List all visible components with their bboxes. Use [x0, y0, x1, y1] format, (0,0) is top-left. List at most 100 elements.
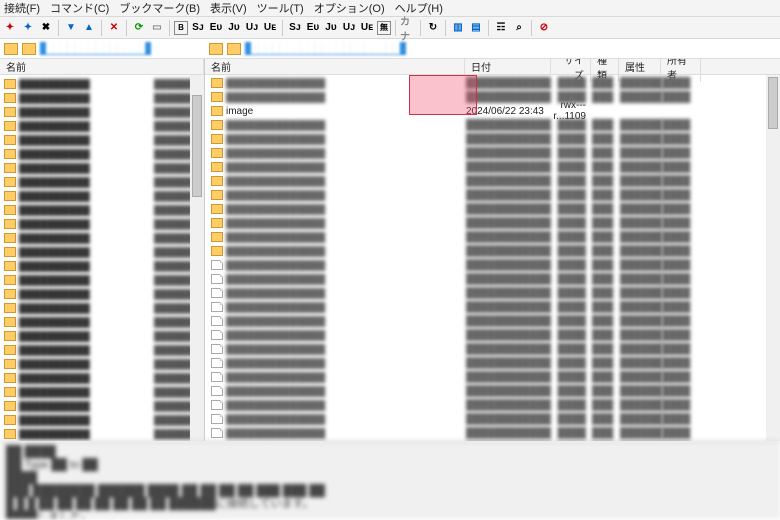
- list-item[interactable]: ████████████████: [0, 273, 204, 287]
- list-item[interactable]: ████████████████: [0, 329, 204, 343]
- list-item[interactable]: ████████████████: [0, 245, 204, 259]
- list-item[interactable]: ████████████████: [0, 203, 204, 217]
- folder-icon: [4, 275, 16, 285]
- col-date[interactable]: 日付: [465, 59, 551, 74]
- list-item[interactable]: ████████████████: [0, 343, 204, 357]
- toolbar-list1-button[interactable]: ▥: [450, 20, 466, 36]
- list-item[interactable]: ████████████████████████████████████████…: [205, 118, 780, 132]
- list-item[interactable]: ████████████████: [0, 161, 204, 175]
- list-item[interactable]: ████████████████████████████████████████…: [205, 412, 780, 426]
- log-panel[interactable]: ██ ████ ██ Type ██ to ██ ████ ███ ██████…: [0, 441, 780, 519]
- toolbar-B-button[interactable]: B: [174, 21, 188, 35]
- toolbar-U3-button[interactable]: Uᴊ: [341, 20, 357, 36]
- list-item[interactable]: ████████████████: [0, 301, 204, 315]
- toolbar-S1-button[interactable]: Sᴊ: [190, 20, 206, 36]
- list-item[interactable]: ████████████████: [0, 77, 204, 91]
- toolbar-J1-button[interactable]: Jᴜ: [226, 20, 242, 36]
- list-item[interactable]: ████████████████████████████████████████…: [205, 90, 780, 104]
- toolbar-S2-button[interactable]: Sᴊ: [287, 20, 303, 36]
- toolbar-sort-button[interactable]: ☶: [493, 20, 509, 36]
- list-item[interactable]: ████████████████: [0, 427, 204, 441]
- list-item[interactable]: ████████████████: [0, 133, 204, 147]
- list-item[interactable]: ████████████████: [0, 315, 204, 329]
- list-item[interactable]: ████████████████: [0, 175, 204, 189]
- menu-option[interactable]: オプション(O): [314, 0, 385, 16]
- file-icon: [211, 414, 223, 424]
- toolbar-list2-button[interactable]: ▤: [468, 20, 484, 36]
- col-attr[interactable]: 属性: [619, 59, 661, 74]
- list-item[interactable]: ████████████████████████████████████████…: [205, 160, 780, 174]
- folder-open-icon[interactable]: [22, 43, 36, 55]
- list-item-image[interactable]: image2024/06/22 23:43rwx---r...1109: [205, 104, 780, 118]
- list-item[interactable]: ████████████████████████████████████████…: [205, 300, 780, 314]
- list-item[interactable]: ████████████████: [0, 105, 204, 119]
- list-item[interactable]: ████████████████████████████████████████…: [205, 356, 780, 370]
- folder-open-icon[interactable]: [227, 43, 241, 55]
- remote-file-list[interactable]: ████████████████████████████████████████…: [205, 75, 780, 441]
- menu-command[interactable]: コマンド(C): [50, 0, 109, 16]
- toolbar-quick-button[interactable]: ✖: [38, 20, 54, 36]
- list-item[interactable]: ████████████████████████████████████████…: [205, 132, 780, 146]
- list-item[interactable]: ████████████████████████████████████████…: [205, 342, 780, 356]
- list-item[interactable]: ████████████████████████████████████████…: [205, 272, 780, 286]
- list-item[interactable]: ████████████████: [0, 287, 204, 301]
- list-item[interactable]: ████████████████████████████████████████…: [205, 398, 780, 412]
- toolbar-newfolder-button[interactable]: ▭: [149, 20, 165, 36]
- list-item[interactable]: ████████████████████████████████████████…: [205, 370, 780, 384]
- list-item[interactable]: ████████████████████████████████████████…: [205, 426, 780, 440]
- toolbar-noentry-button[interactable]: ⊘: [536, 20, 552, 36]
- toolbar-find-button[interactable]: ⌕: [511, 20, 527, 36]
- toolbar-J2-button[interactable]: Jᴜ: [323, 20, 339, 36]
- list-item[interactable]: ████████████████████████████████████████…: [205, 202, 780, 216]
- toolbar-download-button[interactable]: ▼: [63, 20, 79, 36]
- list-item[interactable]: ████████████████████████████████████████…: [205, 188, 780, 202]
- list-item[interactable]: ████████████████: [0, 147, 204, 161]
- list-item[interactable]: ████████████████: [0, 231, 204, 245]
- menu-bookmark[interactable]: ブックマーク(B): [119, 0, 200, 16]
- toolbar-U4-button[interactable]: Uᴇ: [359, 20, 375, 36]
- local-file-list[interactable]: ████████████████████████████████████████…: [0, 75, 204, 441]
- menu-connect[interactable]: 接続(F): [4, 0, 40, 16]
- list-item[interactable]: ████████████████: [0, 259, 204, 273]
- toolbar-U2-button[interactable]: Uᴇ: [262, 20, 278, 36]
- toolbar-connect-button[interactable]: ✦: [20, 20, 36, 36]
- list-item[interactable]: ████████████████████████████████████████…: [205, 286, 780, 300]
- list-item[interactable]: ████████████████████████████████████████…: [205, 258, 780, 272]
- list-item[interactable]: ████████████████: [0, 189, 204, 203]
- toolbar-kana-button[interactable]: カナ: [400, 20, 416, 36]
- list-item[interactable]: ████████████████████████████████████████…: [205, 328, 780, 342]
- toolbar-mu-button[interactable]: 無: [377, 21, 391, 35]
- remote-scrollbar[interactable]: [766, 75, 780, 441]
- local-scrollbar[interactable]: [190, 75, 204, 441]
- toolbar-E2-button[interactable]: Eᴜ: [305, 20, 321, 36]
- local-path[interactable]: ██████████████: [40, 42, 151, 55]
- list-item[interactable]: ████████████████: [0, 357, 204, 371]
- list-item[interactable]: ████████████████: [0, 371, 204, 385]
- toolbar-upload-button[interactable]: ▲: [81, 20, 97, 36]
- list-item[interactable]: ████████████████████████████████████████…: [205, 146, 780, 160]
- list-item[interactable]: ████████████████████████████████████████…: [205, 230, 780, 244]
- list-item[interactable]: ████████████████████████████████████████…: [205, 76, 780, 90]
- list-item[interactable]: ████████████████: [0, 413, 204, 427]
- list-item[interactable]: ████████████████: [0, 91, 204, 105]
- remote-path[interactable]: █████████████████████: [245, 42, 406, 55]
- menu-view[interactable]: 表示(V): [210, 0, 247, 16]
- list-item[interactable]: ████████████████████████████████████████…: [205, 314, 780, 328]
- list-item[interactable]: ████████████████████████████████████████…: [205, 174, 780, 188]
- toolbar-reload-button[interactable]: ↻: [425, 20, 441, 36]
- col-name[interactable]: 名前: [205, 59, 465, 74]
- toolbar-refresh-button[interactable]: ⟳: [131, 20, 147, 36]
- menu-tool[interactable]: ツール(T): [257, 0, 304, 16]
- col-name[interactable]: 名前: [0, 59, 204, 74]
- list-item[interactable]: ████████████████: [0, 217, 204, 231]
- list-item[interactable]: ████████████████: [0, 385, 204, 399]
- list-item[interactable]: ████████████████: [0, 399, 204, 413]
- toolbar-E1-button[interactable]: Eᴜ: [208, 20, 224, 36]
- toolbar-U1-button[interactable]: Uᴊ: [244, 20, 260, 36]
- list-item[interactable]: ████████████████████████████████████████…: [205, 244, 780, 258]
- list-item[interactable]: ████████████████████████████████████████…: [205, 384, 780, 398]
- toolbar-disconnect-button[interactable]: ✦: [2, 20, 18, 36]
- list-item[interactable]: ████████████████: [0, 119, 204, 133]
- toolbar-stop-button[interactable]: ✕: [106, 20, 122, 36]
- list-item[interactable]: ████████████████████████████████████████…: [205, 216, 780, 230]
